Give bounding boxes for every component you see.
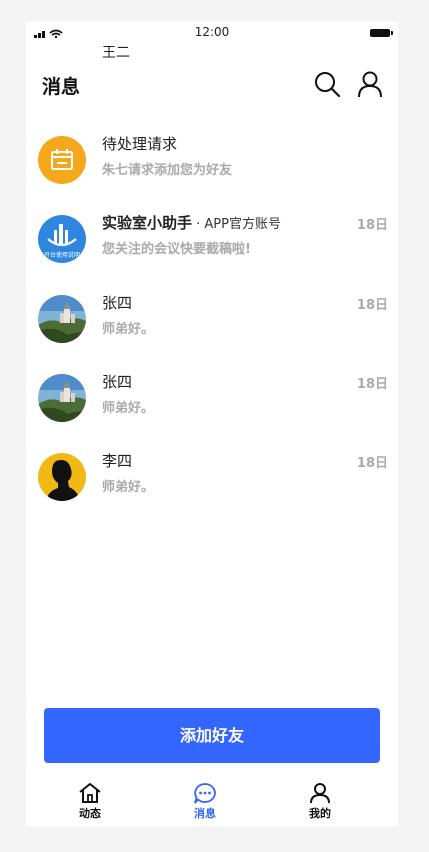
- silhouette-portrait: [46, 460, 80, 501]
- silhouette-avatar: [38, 453, 86, 501]
- search-icon[interactable]: [313, 70, 341, 98]
- home-icon: [79, 783, 101, 803]
- message-item-lab-assistant[interactable]: 开台使用说明 实验室小助手 · APP官方账号 您关注的会议快要截稿啦! 18日: [26, 207, 398, 271]
- castle-photo-avatar: [38, 374, 86, 422]
- lab-assistant-avatar: 开台使用说明: [38, 215, 86, 263]
- message-date: 18日: [356, 218, 388, 233]
- lab-avatar-text: 开台使用说明: [44, 251, 80, 259]
- message-item-pending-requests[interactable]: 待处理请求 朱七请求添加您为好友: [26, 128, 398, 192]
- castle-photo: [38, 374, 86, 422]
- message-name: 李四: [102, 452, 133, 470]
- battery-icon: [370, 29, 393, 37]
- tab-label: 消息: [194, 807, 216, 820]
- tab-profile[interactable]: 我的: [280, 778, 360, 826]
- phone-screen: 12:00 王二 消息 待处理请求 朱七请求添加您为好友 开台使用说明 实验室小…: [26, 22, 398, 826]
- message-date: 18日: [356, 456, 388, 471]
- page-title: 消息: [42, 76, 81, 98]
- message-name: 待处理请求: [102, 135, 178, 153]
- message-preview: 朱七请求添加您为好友: [102, 163, 233, 178]
- status-bar: 12:00: [26, 22, 398, 44]
- message-name: 张四: [102, 373, 133, 391]
- message-date: 18日: [356, 298, 388, 313]
- add-friend-button[interactable]: 添加好友: [44, 708, 380, 763]
- message-preview: 师弟好。: [102, 322, 155, 337]
- status-time: 12:00: [194, 25, 230, 39]
- calendar-avatar: [38, 136, 86, 184]
- official-account-badge: · APP官方账号: [192, 217, 281, 232]
- message-item-zhangsi-2[interactable]: 张四 师弟好。 18日: [26, 366, 398, 430]
- user-icon[interactable]: [356, 70, 384, 98]
- message-name: 张四: [102, 294, 133, 312]
- profile-icon: [310, 783, 330, 804]
- message-preview: 您关注的会议快要截稿啦!: [102, 242, 251, 257]
- castle-photo: [38, 295, 86, 343]
- tab-label: 动态: [79, 807, 101, 820]
- lab-assistant-logo: 开台使用说明: [44, 224, 80, 259]
- message-preview: 师弟好。: [102, 401, 155, 416]
- message-date: 18日: [356, 377, 388, 392]
- message-item-lisi[interactable]: 李四 师弟好。 18日: [26, 445, 398, 509]
- username-label: 王二: [102, 45, 130, 61]
- message-item-zhangsi-1[interactable]: 张四 师弟好。 18日: [26, 287, 398, 351]
- bottom-tab-bar: 动态 消息 我的: [26, 778, 398, 826]
- castle-photo-avatar: [38, 295, 86, 343]
- calendar-icon: [51, 149, 73, 170]
- tab-messages[interactable]: 消息: [165, 778, 245, 826]
- tab-feed[interactable]: 动态: [50, 778, 130, 826]
- message-name: 实验室小助手 · APP官方账号: [102, 212, 281, 233]
- chat-icon: [194, 783, 216, 804]
- tab-label: 我的: [309, 807, 331, 820]
- message-preview: 师弟好。: [102, 480, 155, 495]
- message-name-text: 实验室小助手: [102, 214, 193, 232]
